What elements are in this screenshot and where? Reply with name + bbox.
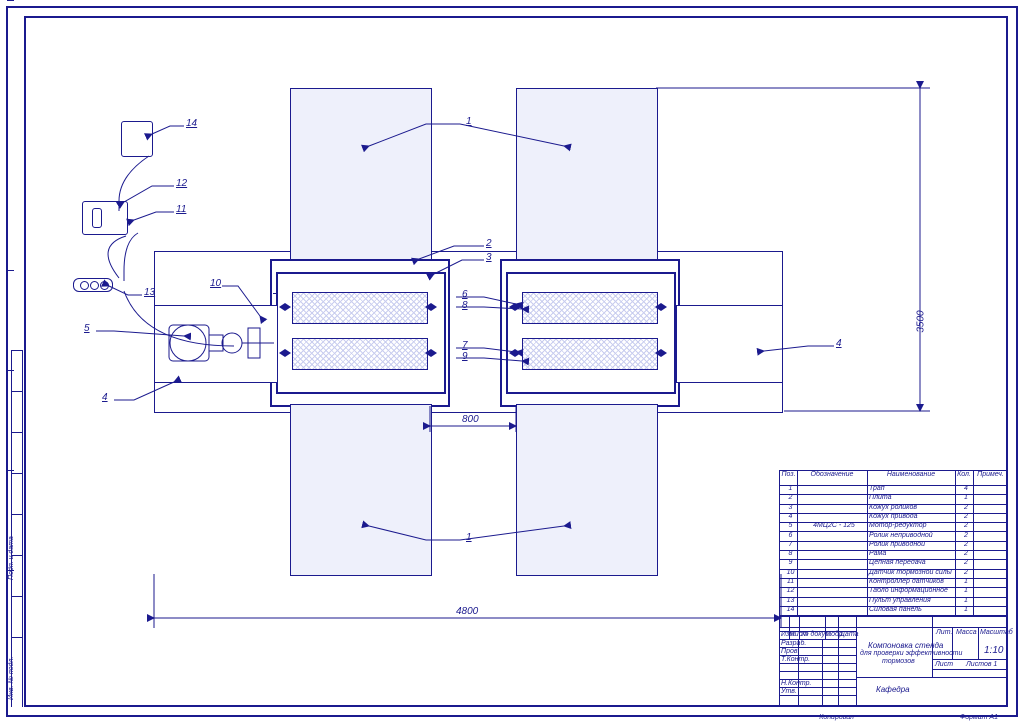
dim-width: 4800: [456, 606, 478, 617]
callout-1a: 1: [466, 116, 472, 127]
callout-7: 7: [462, 340, 468, 351]
left-stamp-column: [11, 350, 23, 707]
tb-date: Дата: [840, 631, 858, 638]
callout-5: 5: [84, 323, 90, 334]
tb-sheets: Листов 1: [966, 661, 997, 668]
tb-org: Кафедра: [876, 685, 910, 694]
tb-nctrl: Н.Контр.: [781, 680, 811, 687]
tb-mass: Масса: [956, 629, 977, 636]
tb-tctrl: Т.Контр.: [781, 656, 810, 663]
copy-label: Копировал: [819, 714, 854, 721]
tb-scale-h: Масштаб: [980, 629, 1013, 636]
tb-scale-v: 1:10: [984, 645, 1003, 656]
dim-gap: 800: [462, 414, 479, 425]
tb-sheet: Лист: [935, 661, 953, 668]
roller-left-bot: [292, 338, 428, 370]
callout-4b: 4: [836, 338, 842, 349]
callout-9: 9: [462, 351, 468, 362]
callout-14: 14: [186, 118, 197, 129]
side-stamp-1: Инв. № подл.: [8, 657, 15, 700]
callout-3: 3: [486, 252, 492, 263]
callout-8: 8: [462, 300, 468, 311]
callout-13: 13: [144, 287, 155, 298]
tb-lit: Лит.: [936, 629, 952, 636]
callout-12: 12: [176, 178, 187, 189]
callout-4a: 4: [102, 392, 108, 403]
callout-6: 6: [462, 289, 468, 300]
tb-title-1: Компоновка стенда: [868, 641, 943, 650]
parts-row: 14Силовая панель1: [780, 606, 1008, 616]
roller-left-top: [292, 292, 428, 324]
device-14: [121, 121, 153, 157]
title-block: Изм. Лист № докум. Подп. Дата Разраб. Пр…: [779, 616, 1008, 707]
roller-right-bot: [522, 338, 658, 370]
side-stamp-2: Подп. и дата: [8, 536, 15, 580]
device-11: [82, 201, 128, 235]
dim-height: 3500: [916, 310, 927, 332]
format-label: Формат А1: [960, 714, 998, 721]
roller-right-top: [522, 292, 658, 324]
device-13: [73, 278, 113, 292]
callout-1b: 1: [466, 532, 472, 543]
tb-dev: Разраб.: [781, 640, 806, 647]
callout-11: 11: [176, 204, 186, 215]
tb-appr: Утв.: [781, 688, 797, 695]
tb-title-3: тормозов: [882, 658, 915, 665]
parts-list: Поз. Обозначение Наименование Кол. Приме…: [779, 470, 1008, 617]
parts-hdr-note: Примеч.: [973, 471, 1008, 485]
callout-2: 2: [486, 238, 492, 249]
callout-10: 10: [210, 278, 221, 289]
tb-chk: Пров.: [781, 648, 799, 655]
tb-title-2: для проверки эффективности: [860, 650, 962, 657]
